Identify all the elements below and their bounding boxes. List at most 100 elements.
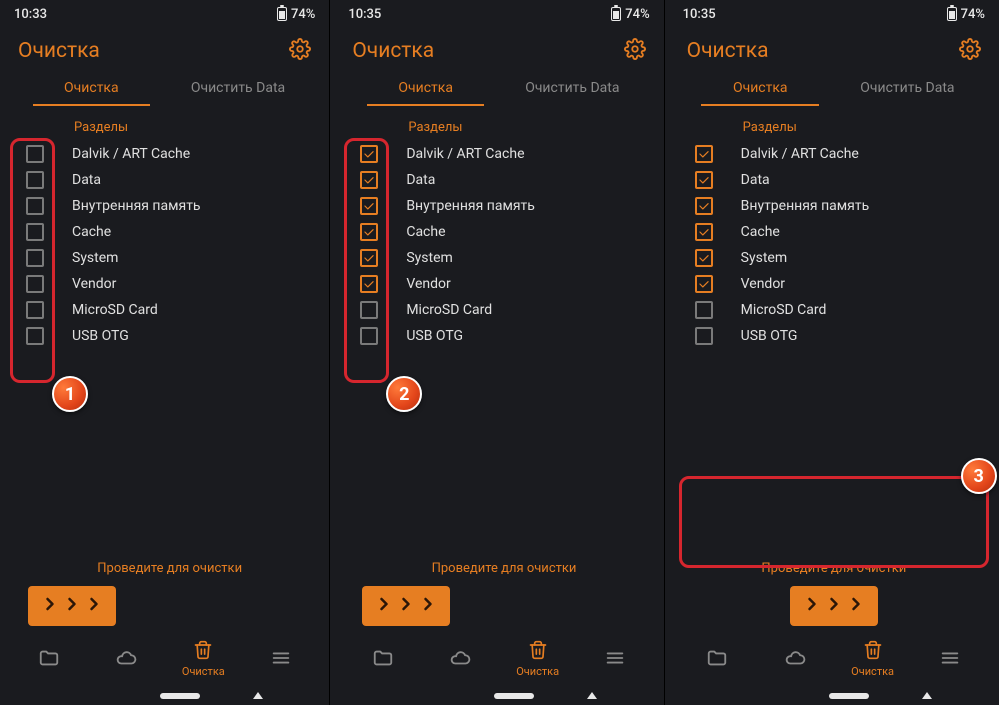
tab-clean-data[interactable]: Очистить Data bbox=[834, 70, 981, 106]
bottom-nav: Очистка bbox=[669, 626, 999, 684]
list-item[interactable]: System bbox=[679, 245, 981, 271]
checkbox[interactable] bbox=[360, 145, 378, 163]
gear-icon[interactable] bbox=[959, 38, 981, 64]
nav-folder[interactable] bbox=[344, 647, 421, 672]
nav-menu[interactable] bbox=[911, 647, 989, 672]
list-item[interactable]: Dalvik / ART Cache bbox=[344, 141, 645, 167]
checkbox[interactable] bbox=[26, 301, 44, 319]
bottom-nav: Очистка bbox=[0, 626, 329, 684]
list-item-label: Внутренняя память bbox=[72, 198, 201, 214]
checkbox[interactable] bbox=[695, 275, 713, 293]
home-pill[interactable] bbox=[829, 693, 869, 699]
annotation-badge: 1 bbox=[52, 376, 88, 412]
list-item[interactable]: USB OTG bbox=[344, 323, 645, 349]
checkbox[interactable] bbox=[695, 145, 713, 163]
checkbox[interactable] bbox=[360, 275, 378, 293]
list-item[interactable]: System bbox=[344, 245, 645, 271]
chevron-right-icon bbox=[62, 594, 82, 618]
list-item[interactable]: Vendor bbox=[344, 271, 645, 297]
list-item[interactable]: Внутренняя память bbox=[10, 193, 311, 219]
swipe-area: Проведите для очистки bbox=[334, 561, 663, 626]
nav-menu[interactable] bbox=[576, 647, 653, 672]
list-item[interactable]: Dalvik / ART Cache bbox=[10, 141, 311, 167]
list-item[interactable]: Cache bbox=[679, 219, 981, 245]
home-pill[interactable] bbox=[160, 693, 200, 699]
folder-icon bbox=[706, 647, 728, 672]
list-item[interactable]: Vendor bbox=[10, 271, 311, 297]
checkbox[interactable] bbox=[695, 301, 713, 319]
list-item[interactable]: USB OTG bbox=[679, 323, 981, 349]
cloud-icon bbox=[449, 647, 471, 672]
nav-clean[interactable]: Очистка bbox=[499, 640, 576, 678]
list-item[interactable]: Внутренняя память bbox=[679, 193, 981, 219]
gear-icon[interactable] bbox=[624, 38, 646, 64]
battery-pct: 74% bbox=[291, 7, 315, 22]
recents-caret-icon[interactable] bbox=[253, 692, 263, 699]
swipe-hint: Проведите для очистки bbox=[362, 561, 645, 576]
battery-icon bbox=[277, 7, 287, 21]
checkbox[interactable] bbox=[360, 171, 378, 189]
checkbox[interactable] bbox=[695, 249, 713, 267]
system-nav bbox=[669, 684, 999, 705]
checkbox[interactable] bbox=[26, 171, 44, 189]
checkbox[interactable] bbox=[360, 301, 378, 319]
list-item[interactable]: Cache bbox=[10, 219, 311, 245]
checkbox[interactable] bbox=[26, 249, 44, 267]
list-item[interactable]: MicroSD Card bbox=[10, 297, 311, 323]
tab-clean[interactable]: Очистка bbox=[352, 70, 499, 106]
checkbox[interactable] bbox=[360, 223, 378, 241]
status-bar: 10:35 74% bbox=[334, 0, 663, 28]
list-item[interactable]: MicroSD Card bbox=[679, 297, 981, 323]
nav-folder[interactable] bbox=[679, 647, 757, 672]
nav-cloud[interactable] bbox=[422, 647, 499, 672]
list-item-label: Cache bbox=[406, 224, 445, 240]
nav-folder[interactable] bbox=[10, 647, 87, 672]
tab-clean[interactable]: Очистка bbox=[18, 70, 165, 106]
checkbox[interactable] bbox=[360, 249, 378, 267]
swipe-button[interactable] bbox=[790, 586, 878, 626]
checkbox[interactable] bbox=[26, 197, 44, 215]
list-item[interactable]: Dalvik / ART Cache bbox=[679, 141, 981, 167]
list-item[interactable]: USB OTG bbox=[10, 323, 311, 349]
tab-clean-data[interactable]: Очистить Data bbox=[499, 70, 646, 106]
list-item[interactable]: Data bbox=[10, 167, 311, 193]
home-pill[interactable] bbox=[494, 693, 534, 699]
nav-cloud[interactable] bbox=[87, 647, 164, 672]
list-item[interactable]: Cache bbox=[344, 219, 645, 245]
chevron-right-icon bbox=[418, 594, 438, 618]
tab-clean-data[interactable]: Очистить Data bbox=[165, 70, 312, 106]
checkbox[interactable] bbox=[695, 223, 713, 241]
list-item-label: Data bbox=[741, 172, 770, 188]
list-item[interactable]: System bbox=[10, 245, 311, 271]
nav-clean[interactable]: Очистка bbox=[834, 640, 912, 678]
list-item-label: Data bbox=[72, 172, 101, 188]
swipe-button[interactable] bbox=[28, 586, 116, 626]
cloud-icon bbox=[784, 647, 806, 672]
bottom-nav: Очистка bbox=[334, 626, 663, 684]
checkbox[interactable] bbox=[695, 171, 713, 189]
checkbox[interactable] bbox=[695, 197, 713, 215]
list-item[interactable]: Data bbox=[679, 167, 981, 193]
checkbox[interactable] bbox=[26, 327, 44, 345]
checkbox[interactable] bbox=[360, 327, 378, 345]
checkbox[interactable] bbox=[26, 275, 44, 293]
checkbox[interactable] bbox=[695, 327, 713, 345]
tab-clean[interactable]: Очистка bbox=[687, 70, 834, 106]
checkbox[interactable] bbox=[26, 145, 44, 163]
section-label: Разделы bbox=[0, 106, 329, 141]
system-nav bbox=[334, 684, 663, 705]
list-item[interactable]: Внутренняя память bbox=[344, 193, 645, 219]
list-item[interactable]: Vendor bbox=[679, 271, 981, 297]
nav-cloud[interactable] bbox=[756, 647, 834, 672]
list-item[interactable]: MicroSD Card bbox=[344, 297, 645, 323]
chevron-right-icon bbox=[84, 594, 104, 618]
recents-caret-icon[interactable] bbox=[587, 692, 597, 699]
checkbox[interactable] bbox=[26, 223, 44, 241]
swipe-button[interactable] bbox=[362, 586, 450, 626]
nav-menu[interactable] bbox=[242, 647, 319, 672]
list-item[interactable]: Data bbox=[344, 167, 645, 193]
nav-clean[interactable]: Очистка bbox=[165, 640, 242, 678]
checkbox[interactable] bbox=[360, 197, 378, 215]
gear-icon[interactable] bbox=[289, 38, 311, 64]
recents-caret-icon[interactable] bbox=[922, 692, 932, 699]
